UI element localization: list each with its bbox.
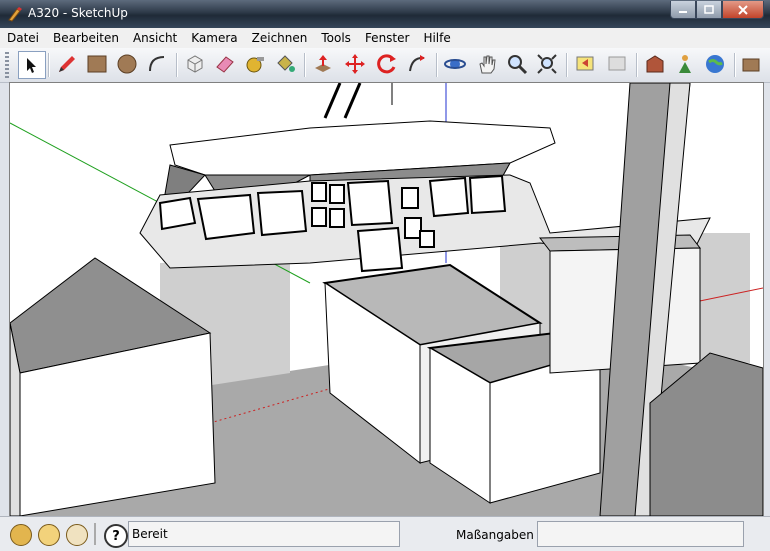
zoom-extents-icon [537, 54, 557, 74]
cockpit-model-drawing [10, 83, 763, 516]
toolbar-grip[interactable] [5, 52, 9, 78]
share-model-button[interactable] [672, 51, 698, 77]
arc-tool-button[interactable] [144, 51, 170, 77]
pan-tool-button[interactable] [474, 51, 500, 77]
arc-icon [149, 56, 165, 72]
next-view-button[interactable] [604, 51, 630, 77]
previous-view-button[interactable] [572, 51, 598, 77]
maximize-button[interactable] [696, 1, 722, 19]
sketchup-app-icon [8, 7, 22, 22]
rotate-tool-button[interactable] [374, 51, 400, 77]
measurements-label: Maßangaben [456, 528, 534, 542]
tape-measure-icon [246, 57, 264, 73]
circle-icon [117, 54, 137, 74]
help-question-icon[interactable]: ? [104, 524, 128, 548]
arrow-cursor-icon [27, 58, 36, 73]
eraser-icon [216, 56, 234, 73]
close-button[interactable] [722, 1, 764, 19]
zoom-extents-button[interactable] [534, 51, 560, 77]
caption-buttons [670, 1, 764, 19]
menu-tools[interactable]: Tools [314, 28, 358, 48]
push-pull-button[interactable] [310, 51, 336, 77]
orbit-icon [444, 59, 466, 69]
hand-icon [479, 55, 496, 74]
minimize-icon [679, 10, 687, 13]
google-earth-button[interactable] [702, 51, 728, 77]
geo-location-icon[interactable] [10, 524, 32, 546]
model-viewport[interactable] [9, 82, 764, 517]
menu-datei[interactable]: Datei [0, 28, 46, 48]
menu-zeichnen[interactable]: Zeichnen [245, 28, 315, 48]
sketchup-window: A320 - SketchUp Datei Bearbeiten Ansicht… [0, 0, 770, 551]
warehouse-icon [646, 55, 664, 73]
share-figure-icon [679, 55, 691, 73]
measurements-input[interactable] [537, 521, 744, 547]
credits-icon[interactable] [38, 524, 60, 546]
zoom-tool-button[interactable] [504, 51, 530, 77]
title-bar[interactable]: A320 - SketchUp [0, 0, 770, 28]
magnifier-icon [508, 55, 528, 75]
paint-bucket-button[interactable] [272, 51, 298, 77]
maximize-icon [704, 5, 714, 14]
orbit-tool-button[interactable] [442, 51, 468, 77]
menu-ansicht[interactable]: Ansicht [126, 28, 184, 48]
window-title: A320 - SketchUp [28, 6, 128, 20]
status-bar: ? Bereit Maßangaben [0, 516, 770, 551]
eraser-tool-button[interactable] [212, 51, 238, 77]
menu-hilfe[interactable]: Hilfe [416, 28, 457, 48]
circle-tool-button[interactable] [114, 51, 140, 77]
rectangle-tool-button[interactable] [84, 51, 110, 77]
next-view-icon [608, 56, 626, 71]
select-tool-button[interactable] [18, 51, 46, 79]
minimize-button[interactable] [670, 1, 696, 19]
tape-measure-button[interactable] [242, 51, 268, 77]
follow-me-button[interactable] [404, 51, 430, 77]
push-pull-icon [315, 55, 331, 72]
status-message-field: Bereit [128, 521, 400, 547]
box-icon [742, 58, 760, 72]
get-models-button[interactable] [642, 51, 668, 77]
menu-bar: Datei Bearbeiten Ansicht Kamera Zeichnen… [0, 28, 770, 49]
make-component-button[interactable] [182, 51, 208, 77]
status-message: Bereit [132, 527, 168, 541]
extension-button[interactable] [738, 51, 764, 77]
rectangle-icon [87, 55, 107, 73]
previous-view-icon [576, 56, 594, 71]
close-icon [738, 4, 748, 15]
paint-bucket-icon [277, 55, 295, 72]
follow-me-icon [409, 55, 425, 72]
menu-fenster[interactable]: Fenster [358, 28, 417, 48]
copyright-icon[interactable] [66, 524, 88, 546]
component-cube-icon [187, 55, 203, 73]
pencil-icon [59, 56, 75, 72]
menu-kamera[interactable]: Kamera [184, 28, 244, 48]
main-toolbar [0, 48, 770, 83]
rotate-icon [377, 54, 396, 74]
move-arrows-icon [345, 54, 365, 74]
pencil-tool-button[interactable] [54, 51, 80, 77]
move-tool-button[interactable] [342, 51, 368, 77]
globe-icon [706, 55, 724, 73]
menu-bearbeiten[interactable]: Bearbeiten [46, 28, 126, 48]
